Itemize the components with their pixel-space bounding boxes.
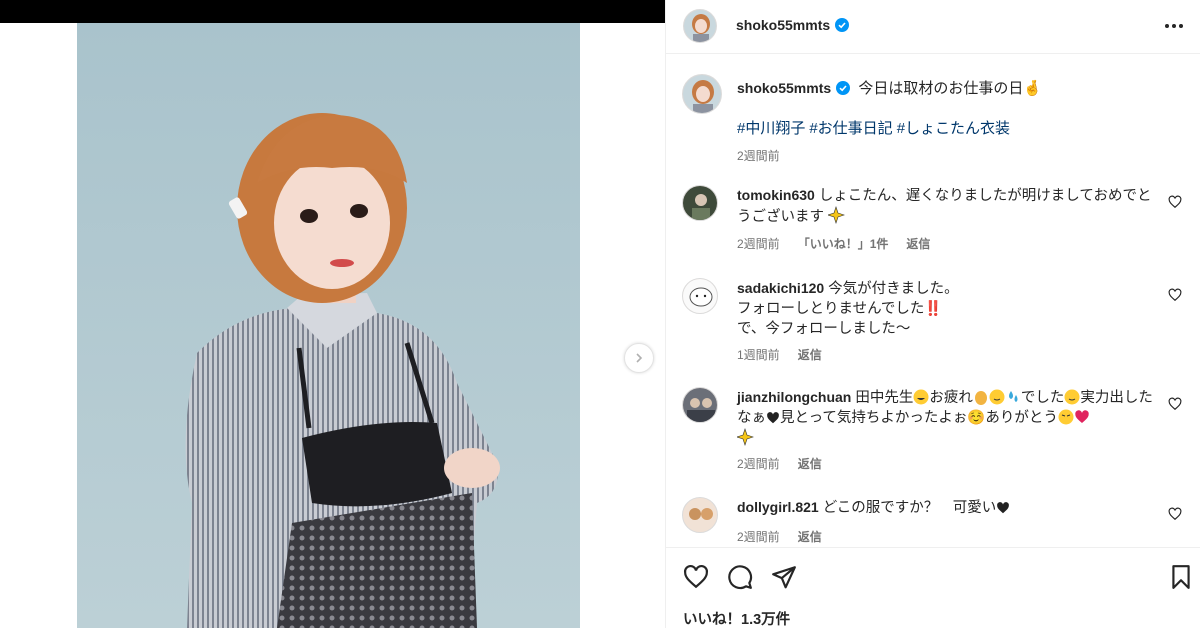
post-photo[interactable]: [77, 23, 580, 628]
comment-like-heart-icon[interactable]: [1168, 397, 1182, 411]
comment-text: どこの服ですか？ 可愛い: [822, 500, 997, 516]
reply-button[interactable]: 返信: [798, 530, 822, 544]
hashtag-link[interactable]: #お仕事日記: [809, 120, 892, 137]
comment-timestamp: 1週間前: [737, 348, 780, 362]
comment-like-heart-icon[interactable]: [1168, 195, 1182, 209]
bookmark-icon[interactable]: [1168, 564, 1194, 590]
comment-meta: 2週間前 返信: [737, 528, 840, 545]
share-icon[interactable]: [771, 564, 797, 590]
comment-body: tomokin630 しょこたん、遅くなりましたが明けましておめでとうございます: [737, 185, 1157, 227]
likes-count[interactable]: いいね！1.3万件: [683, 608, 790, 628]
comment-like-heart-icon[interactable]: [1168, 288, 1182, 302]
reply-button[interactable]: 返信: [798, 348, 822, 362]
commenter-username[interactable]: tomokin630: [737, 187, 815, 203]
commenter-avatar[interactable]: [682, 278, 718, 314]
smiling-emoji-icon: [1064, 389, 1080, 405]
comment-body: sadakichi120 今気が付きました。 フォローしとりませんでした‼️ で、…: [737, 278, 1157, 339]
author-avatar[interactable]: [682, 74, 722, 114]
caption-username[interactable]: shoko55mmts: [737, 80, 831, 96]
black-heart-emoji-icon: [997, 502, 1010, 514]
chevron-right-icon: [636, 353, 643, 363]
comment-text: 見とって気持ちよかったよぉ☺️ありがとう: [780, 410, 1058, 426]
next-image-button[interactable]: [624, 343, 654, 373]
heart-icon[interactable]: [683, 564, 709, 590]
comment-meta: 2週間前 返信: [737, 455, 840, 472]
caption-text: 今日は取材のお仕事の日🤞: [858, 80, 1043, 97]
portrait-illustration: [77, 23, 580, 628]
verified-badge-icon: [836, 81, 851, 95]
grinning-emoji-icon: [913, 389, 929, 405]
commenter-username[interactable]: jianzhilongchuan: [737, 389, 851, 405]
commenter-username[interactable]: dollygirl.821: [737, 499, 819, 515]
comment-body: dollygirl.821 どこの服ですか？ 可愛い: [737, 497, 1157, 518]
red-heart-emoji-icon: [1075, 410, 1089, 423]
commenter-avatar[interactable]: [682, 387, 718, 423]
post-side-panel: shoko55mmts shoko55mmts 今日は取材のお仕事の日🤞 #中川…: [665, 0, 1200, 628]
hashtag-link[interactable]: #中川翔子: [737, 120, 805, 137]
comment-timestamp: 2週間前: [737, 457, 780, 471]
more-options-icon[interactable]: [1163, 16, 1185, 36]
author-username-row: shoko55mmts: [736, 17, 850, 34]
comment-text: 田中先生: [855, 390, 914, 406]
sparkles-emoji-icon: [737, 428, 754, 446]
comment-body: jianzhilongchuan 田中先生 お疲れ でした 実力出したなぁ 見とって気持ち…: [737, 387, 1157, 449]
hashtag-list: #中川翔子 #お仕事日記 #しょこたん衣装: [737, 119, 1177, 139]
post-media: [0, 0, 665, 628]
comment-text-line: 今気が付きました。: [828, 281, 959, 297]
comment-likes[interactable]: 「いいね！」1件: [798, 237, 889, 251]
author-username[interactable]: shoko55mmts: [736, 17, 830, 33]
comment-meta: 1週間前 返信: [737, 346, 840, 363]
comment-timestamp: 2週間前: [737, 237, 780, 251]
comment-icon[interactable]: [727, 564, 753, 590]
sparkles-emoji-icon: [828, 206, 845, 224]
reply-button[interactable]: 返信: [906, 237, 930, 251]
comment-text: でした: [1020, 390, 1065, 406]
commenter-username[interactable]: sadakichi120: [737, 280, 824, 296]
media-top-bar: [0, 0, 665, 23]
comment-timestamp: 2週間前: [737, 530, 780, 544]
caption-text-row: shoko55mmts 今日は取材のお仕事の日🤞: [737, 78, 1177, 99]
black-heart-emoji-icon: [767, 412, 779, 424]
tired-face-emoji-icon: [1058, 409, 1074, 425]
verified-badge-icon: [835, 18, 850, 32]
post-actions-bar: いいね！1.3万件: [666, 547, 1200, 628]
comment-text-line: フォローしとりませんでした‼️: [737, 301, 943, 317]
caption-timestamp: 2週間前: [737, 149, 780, 163]
author-avatar[interactable]: [683, 9, 717, 43]
clapping-hands-emoji-icon: [974, 391, 987, 405]
caption-body: shoko55mmts 今日は取材のお仕事の日🤞 #中川翔子 #お仕事日記 #しょこ…: [737, 78, 1177, 164]
post-header: shoko55mmts: [666, 0, 1200, 54]
commenter-avatar[interactable]: [682, 497, 718, 533]
comment-meta: 2週間前 「いいね！」1件 返信: [737, 235, 948, 252]
commenter-avatar[interactable]: [682, 185, 718, 221]
reply-button[interactable]: 返信: [798, 457, 822, 471]
comment-text-line: で、今フォローしました〜: [737, 321, 911, 337]
sweat-droplets-emoji-icon: [1008, 391, 1018, 402]
comment-like-heart-icon[interactable]: [1168, 507, 1182, 521]
hashtag-link[interactable]: #しょこたん衣装: [897, 120, 1010, 137]
smiling-emoji-icon: [989, 389, 1005, 405]
comment-text: お疲れ: [929, 390, 973, 406]
